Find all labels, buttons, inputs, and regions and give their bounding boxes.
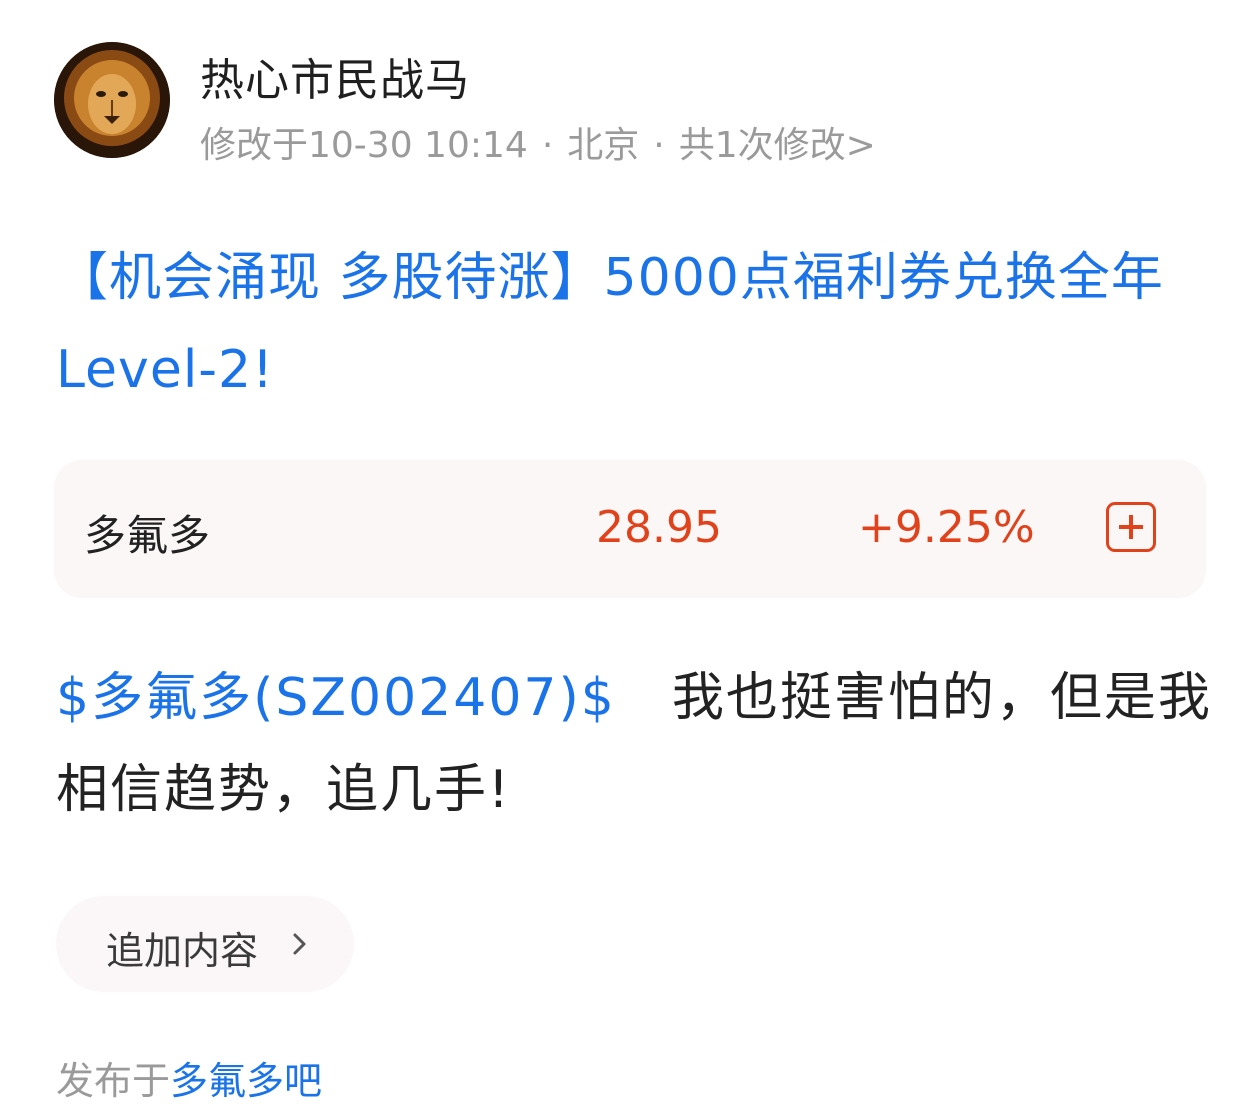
post-body: $多氟多(SZ002407)$ 我也挺害怕的，但是我相信趋势，追几手! [56,652,1216,836]
published-prefix: 发布于 [56,1059,171,1103]
forum-link[interactable]: 多氟多吧 [170,1059,322,1103]
stock-change: +9.25% [858,502,1035,553]
add-watchlist-plus-icon[interactable] [1106,502,1156,552]
post-meta: 修改于10-30 10:14 · 北京 · 共1次修改> [200,125,876,166]
chevron-right-icon [293,933,306,955]
author-name[interactable]: 热心市民战马 [200,44,470,108]
stock-card[interactable]: 多氟多 28.95 +9.25% [54,460,1206,598]
promo-title-link[interactable]: 【机会涌现 多股待涨】5000点福利券兑换全年Level-2! [56,232,1206,416]
append-content-label: 追加内容 [106,929,259,973]
stock-name: 多氟多 [84,511,211,560]
append-content-button[interactable]: 追加内容 [56,896,354,992]
post-header: 热心市民战马 修改于10-30 10:14 · 北京 · 共1次修改> [54,42,1214,172]
post-location: 北京 [567,125,640,166]
author-avatar[interactable] [54,42,170,158]
edit-history-link[interactable]: 共1次修改> [679,125,876,166]
published-in: 发布于多氟多吧 [56,1050,322,1105]
stock-price: 28.95 [596,502,722,553]
modified-time: 修改于10-30 10:14 [200,125,528,166]
lion-avatar-icon [54,42,170,158]
stock-tag-link[interactable]: $多氟多(SZ002407)$ [56,668,616,728]
